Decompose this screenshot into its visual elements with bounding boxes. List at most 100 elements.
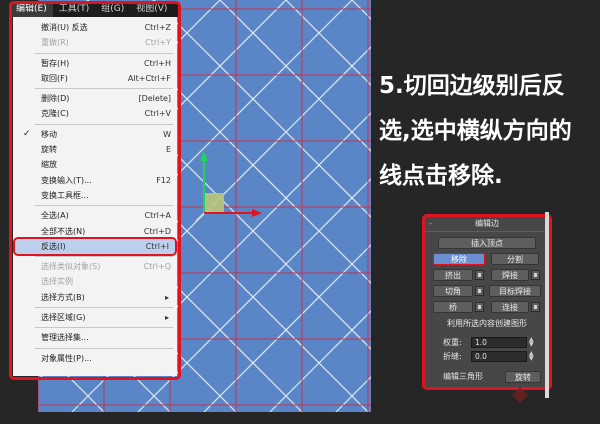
gizmo-y-arrow-icon[interactable] — [200, 151, 208, 161]
menu-item-label: 删除(D) — [41, 94, 70, 104]
menu-item-label: 取回(F) — [41, 73, 68, 83]
extrude-button[interactable]: 挤出 — [433, 269, 473, 281]
menu-item[interactable]: 撤消(U) 反选 Ctrl+Z — [13, 20, 177, 35]
menu-item[interactable]: 旋转 E — [13, 142, 177, 157]
edit-triangulation-button[interactable]: 编辑三角形 — [433, 371, 493, 383]
menu-item-shortcut: Ctrl+Y — [145, 38, 171, 48]
menu-item[interactable]: 选择方式(B) — [13, 290, 177, 306]
caption-line-2: 选,选中横纵方向的 — [379, 118, 572, 144]
menu-item[interactable]: 删除(D) [Delete] — [13, 91, 177, 106]
menu-tools[interactable]: 工具(T) — [53, 2, 96, 17]
cube-logo-icon — [512, 387, 528, 403]
mesh-edge-diagonal — [285, 0, 371, 86]
menu-item-shortcut: Ctrl+I — [145, 241, 169, 251]
tutorial-caption: 5.切回边级别后反 选,选中横纵方向的 线点击移除. — [379, 64, 595, 199]
menu-item-label: 选择方式(B) — [41, 292, 85, 302]
menu-item[interactable]: 全选(A) Ctrl+A — [13, 208, 177, 223]
menu-item: 选择实例 — [13, 274, 177, 289]
mesh-edge-diagonal — [153, 0, 371, 218]
menu-item[interactable]: 全部不选(N) Ctrl+D — [13, 224, 177, 239]
menu-item-shortcut: [Delete] — [138, 94, 171, 104]
menu-item-shortcut: W — [163, 129, 171, 139]
menu-edit[interactable]: 编辑(E) — [10, 2, 53, 17]
menu-item-label: 对象属性(P)... — [41, 353, 92, 363]
bridge-button[interactable]: 桥 — [433, 301, 473, 313]
turn-button[interactable]: 旋转 — [505, 371, 541, 383]
menu-item-shortcut: F12 — [156, 175, 171, 185]
connect-settings-icon[interactable] — [531, 302, 540, 312]
mesh-edge-diagonal — [203, 244, 371, 412]
chamfer-button[interactable]: 切角 — [433, 285, 473, 297]
weight-label: 权重: — [443, 338, 462, 347]
extrude-settings-icon[interactable] — [475, 270, 484, 280]
menu-item-shortcut: Ctrl+D — [143, 226, 171, 236]
menu-item[interactable]: 克隆(C) Ctrl+V — [13, 106, 177, 121]
caption-line-3: 线点击移除. — [379, 163, 503, 189]
menu-item-label: 移动 — [41, 129, 57, 139]
menu-separator — [35, 256, 173, 258]
weight-spinner-icon[interactable]: ▲ ▼ — [529, 337, 534, 348]
watermark-logo — [512, 384, 587, 406]
gizmo-z-axis[interactable] — [195, 212, 205, 222]
menu-item-label: 选择实例 — [41, 277, 73, 287]
insert-vertex-button[interactable]: 插入顶点 — [438, 237, 536, 249]
menu-group[interactable]: 组(G) — [95, 2, 130, 17]
menu-item[interactable]: 对象属性(P)... — [13, 351, 177, 366]
remove-button[interactable]: 移除 — [433, 253, 485, 265]
menu-item-label: 选择区域(G) — [41, 313, 86, 323]
create-shape-button[interactable]: 利用所选内容创建图形 — [433, 318, 541, 330]
menu-item-shortcut: Ctrl+V — [144, 109, 171, 119]
menu-item-label: 撤消(U) 反选 — [41, 23, 88, 32]
menu-item-label: 缩放 — [41, 160, 57, 170]
menu-item[interactable]: 取回(F) Alt+Ctrl+F — [13, 71, 177, 86]
weld-settings-icon[interactable] — [531, 270, 540, 280]
menu-item-shortcut: E — [165, 145, 171, 155]
gizmo-plane-handle[interactable] — [204, 193, 224, 213]
menu-item[interactable]: 变换工具框... — [13, 188, 177, 203]
menu-item[interactable]: 暂存(H) Ctrl+H — [13, 56, 177, 71]
menu-item[interactable]: 移动 W — [13, 127, 177, 143]
mesh-edge-diagonal — [335, 376, 371, 412]
menu-separator — [35, 347, 173, 349]
menu-separator — [35, 307, 173, 309]
chamfer-settings-icon[interactable] — [475, 286, 484, 296]
menu-item-shortcut: Ctrl+H — [144, 58, 171, 68]
menu-item: 选择类似对象(S) Ctrl+Q — [13, 259, 177, 274]
menu-item-label: 反选(I) — [41, 241, 66, 251]
panel-title[interactable]: - 编辑边 — [425, 217, 549, 232]
menu-item-label: 暂存(H) — [41, 58, 70, 68]
menu-separator — [35, 205, 173, 207]
menu-item[interactable]: 反选(I) Ctrl+I — [13, 236, 177, 257]
crease-spinner-icon[interactable]: ▲ ▼ — [529, 351, 534, 362]
menu-views[interactable]: 视图(V) — [130, 2, 173, 17]
weight-field[interactable]: 1.0 — [471, 337, 527, 348]
menu-item: 重做(R) Ctrl+Y — [13, 35, 177, 50]
panel-title-label: 编辑边 — [475, 219, 499, 228]
weld-button[interactable]: 焊接 — [491, 269, 529, 281]
menu-item-label: 重做(R) — [41, 38, 69, 48]
menu-item-label: 选择类似对象(S) — [41, 262, 101, 272]
gizmo-x-arrow-icon[interactable] — [252, 209, 262, 217]
menu-bar: 编辑(E) 工具(T) 组(G) 视图(V) — [10, 2, 178, 17]
menu-separator — [35, 327, 173, 329]
menu-item-label: 管理选择集... — [41, 333, 89, 343]
menu-item-label: 变换输入(T)... — [41, 175, 92, 185]
bridge-settings-icon[interactable] — [475, 302, 484, 312]
menu-item[interactable]: 选择区域(G) — [13, 310, 177, 326]
menu-item-label: 变换工具框... — [41, 190, 89, 200]
menu-item[interactable]: 管理选择集... — [13, 330, 177, 345]
caption-line-1: 5.切回边级别后反 — [379, 73, 565, 99]
menu-item-shortcut: Ctrl+A — [144, 211, 171, 221]
menu-item[interactable]: 变换输入(T)... F12 — [13, 173, 177, 188]
collapse-icon[interactable]: - — [429, 217, 432, 231]
menu-item-label: 克隆(C) — [41, 109, 69, 119]
menu-item[interactable]: 缩放 — [13, 157, 177, 172]
menu-item-label: 旋转 — [41, 145, 57, 155]
connect-button[interactable]: 连接 — [491, 301, 529, 313]
split-button[interactable]: 分割 — [491, 253, 539, 265]
menu-separator — [35, 52, 173, 54]
menu-item-shortcut: Alt+Ctrl+F — [127, 73, 171, 83]
crease-field[interactable]: 0.0 — [471, 351, 527, 362]
target-weld-button[interactable]: 目标焊接 — [489, 285, 541, 297]
panel-scrollbar[interactable] — [545, 212, 549, 398]
